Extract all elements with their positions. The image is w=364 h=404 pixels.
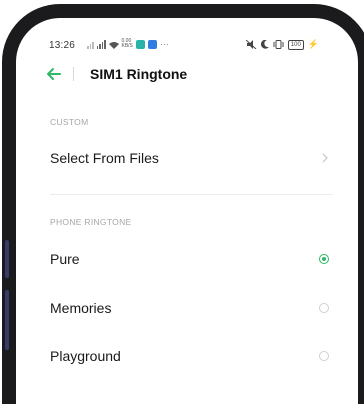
phone-screen: 13:26 0.00 KB/S ··· 100 ⚡ SIM1 Ringtone … (17, 19, 353, 379)
radio-selected-icon[interactable] (319, 254, 329, 264)
mute-icon (245, 40, 257, 49)
status-left-icons: 0.00 KB/S ··· (87, 39, 169, 49)
chevron-right-icon (322, 153, 328, 163)
power-button (5, 290, 9, 350)
wifi-icon (108, 42, 119, 49)
battery-icon: 100 (287, 39, 304, 50)
header-divider (73, 67, 74, 81)
select-from-files-label: Select From Files (50, 150, 159, 166)
app-notification-icon (135, 40, 145, 49)
app-notification-icon (147, 40, 157, 49)
ringtone-label: Memories (50, 300, 112, 316)
back-arrow-icon[interactable] (45, 65, 63, 83)
status-time: 13:26 (49, 40, 76, 51)
status-right-icons: 100 ⚡ (245, 39, 319, 50)
radio-unselected-icon[interactable] (319, 303, 329, 313)
cell-signal-icon (96, 40, 106, 49)
do-not-disturb-moon-icon (260, 40, 269, 49)
ringtone-label: Playground (50, 348, 121, 364)
radio-unselected-icon[interactable] (319, 351, 329, 361)
section-divider (50, 194, 333, 195)
status-bar: 13:26 0.00 KB/S ··· 100 ⚡ (17, 19, 353, 53)
sim-signal-icon (87, 40, 94, 49)
more-notifications-icon: ··· (159, 39, 169, 49)
vibrate-icon (273, 40, 284, 49)
ringtone-label: Pure (50, 251, 80, 267)
section-label-custom: CUSTOM (50, 117, 89, 127)
net-speed: 0.00 KB/S (121, 38, 133, 49)
volume-button (5, 240, 9, 278)
page-title: SIM1 Ringtone (90, 66, 188, 82)
section-label-phone-ringtone: PHONE RINGTONE (50, 217, 132, 227)
charging-icon: ⚡ (307, 39, 319, 49)
app-header: SIM1 Ringtone (17, 57, 353, 93)
